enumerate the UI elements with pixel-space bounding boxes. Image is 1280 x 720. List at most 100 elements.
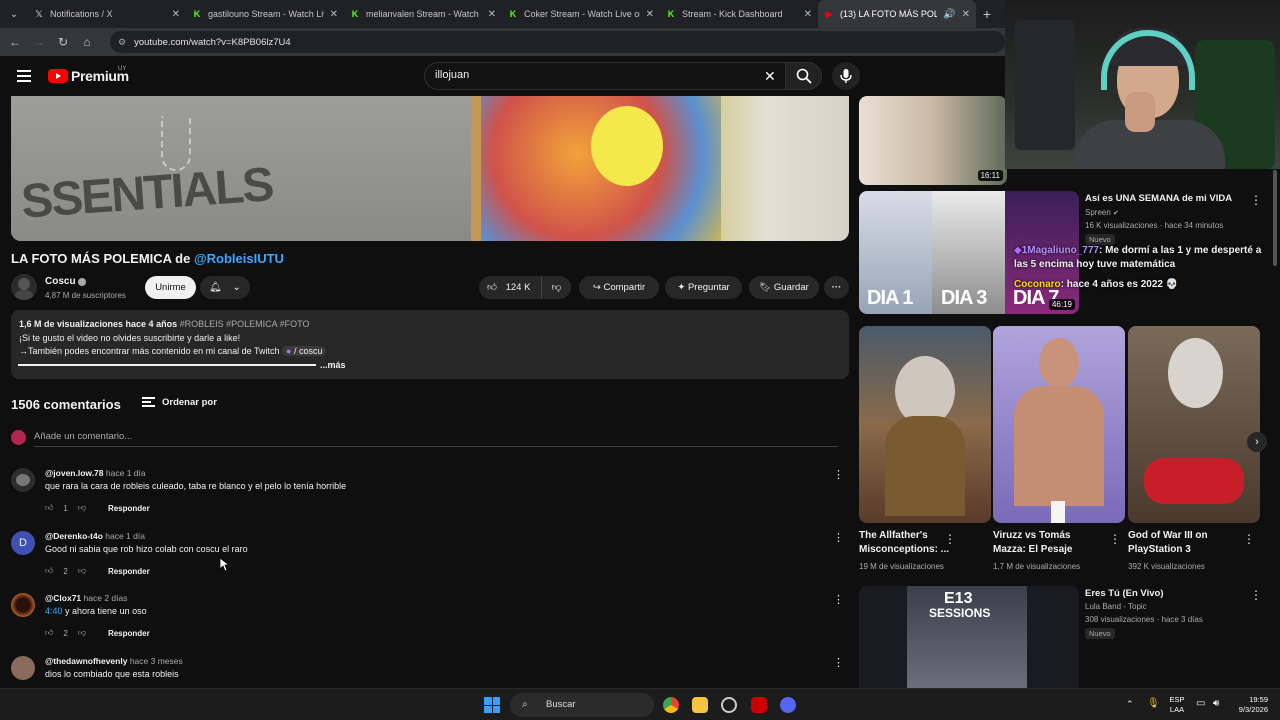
new-tab-button[interactable]: + [976,6,998,22]
site-info-icon[interactable]: ⚙ [118,37,126,48]
video-timestamp-link[interactable]: 4:40 [45,606,63,616]
thumbs-down-icon[interactable]: 👎︎ [78,503,86,513]
close-tab-icon[interactable]: ✕ [804,9,812,20]
dislike-button[interactable]: 👎︎ [541,276,571,299]
thumbs-up-icon[interactable]: 👍︎ [45,566,53,576]
comment-author[interactable]: @Clox71 hace 2 días [45,593,128,603]
forward-arrow-icon[interactable]: → [30,35,48,49]
more-vertical-icon[interactable]: ⋮ [1250,193,1262,207]
comment-author[interactable]: @Derenko-t4o hace 1 día [45,531,145,541]
add-comment-input[interactable]: Añade un comentario... [34,431,132,442]
obs-icon[interactable] [721,697,737,713]
thumbs-down-icon[interactable]: 👎︎ [78,566,86,576]
search-input[interactable]: illojuan [424,62,785,90]
twitch-link[interactable]: / coscu [294,346,323,356]
more-vertical-icon[interactable]: ⋮ [1243,532,1255,546]
windows-start-icon[interactable] [484,697,500,713]
tab-gastilouno[interactable]: K gastilouno Stream - Watch Live ✕ [186,0,344,28]
short-thumbnail-2[interactable] [993,326,1125,523]
menu-icon[interactable] [17,70,31,82]
reply-button[interactable]: Responder [108,567,150,576]
commenter-avatar[interactable] [11,468,35,492]
video-player[interactable]: SSENTIALS [11,96,849,241]
close-tab-icon[interactable]: ✕ [330,9,338,20]
reload-icon[interactable]: ↻ [54,35,72,49]
close-tab-icon[interactable]: ✕ [488,9,496,20]
discord-icon[interactable] [780,697,796,713]
close-tab-icon[interactable]: ✕ [962,9,970,20]
tab-youtube-video[interactable]: ▶ (13) LA FOTO MÁS POLEMI 🔊 ✕ [818,0,976,28]
tab-search-icon[interactable]: ⌄ [0,0,28,28]
thumbs-up-icon[interactable]: 👍︎ [45,628,53,638]
channel-name[interactable]: Coscu [45,276,76,287]
tab-coker[interactable]: K Coker Stream - Watch Live on K ✕ [502,0,660,28]
notification-bell-button[interactable]: 🔔︎ ⌄ [200,276,250,299]
search-button[interactable] [785,62,822,90]
recommended-channel-2[interactable]: Lula Band - Topic [1085,601,1147,613]
like-button[interactable]: 👍︎ 124 K [479,276,541,299]
next-shorts-button[interactable]: › [1247,432,1267,452]
more-vertical-icon[interactable]: ⋮ [833,468,844,481]
chrome-icon[interactable] [663,697,679,713]
taskbar-search[interactable]: ⌕ Buscar [510,693,654,717]
commenter-avatar[interactable]: D [11,531,35,555]
share-button[interactable]: ↪ Compartir [579,276,659,299]
comment-author[interactable]: @thedawnofhevenly hace 3 meses [45,656,183,666]
author-handle[interactable]: @Clox71 [45,593,81,603]
short-title-1[interactable]: The Allfather's Misconceptions: ... [859,529,951,557]
sort-by-button[interactable]: Ordenar por [162,397,217,408]
home-icon[interactable]: ⌂ [78,35,96,49]
thumbs-down-icon[interactable]: 👎︎ [78,628,86,638]
more-vertical-icon[interactable]: ⋮ [833,593,844,606]
comment-time[interactable]: hace 3 meses [130,656,183,666]
language-indicator[interactable]: ESP LAA [1165,695,1189,715]
chevron-up-icon[interactable]: ⌃ [1126,699,1134,710]
youtube-logo-icon[interactable] [48,69,68,83]
comment-time[interactable]: hace 1 día [105,531,145,541]
tab-kick-dashboard[interactable]: K Stream - Kick Dashboard ✕ [660,0,818,28]
comment-author[interactable]: @joven.low.78 hace 1 día [45,468,146,478]
more-actions-button[interactable]: ··· [824,276,849,299]
tab-melianvalen[interactable]: K melianvalen Stream - Watch Live ✕ [344,0,502,28]
clock[interactable]: 19:59 9/3/2026 [1228,695,1268,715]
app-icon[interactable] [751,697,767,713]
url-field[interactable]: ⚙ youtube.com/watch?v=K8PB06lz7U4 [110,31,1005,53]
commenter-avatar[interactable] [11,593,35,617]
channel-avatar[interactable] [11,274,37,300]
show-more-button[interactable]: ...más [320,360,346,370]
clear-search-icon[interactable]: ✕ [764,68,776,85]
more-vertical-icon[interactable]: ⋮ [944,532,956,546]
reply-button[interactable]: Responder [108,504,150,513]
short-thumbnail-3[interactable] [1128,326,1260,523]
title-mention-link[interactable]: @RobleisIUTU [194,251,284,266]
short-title-3[interactable]: God of War III on PlayStation 3 [1128,529,1228,557]
recommended-channel-1[interactable]: Spreen ✔ [1085,207,1119,220]
comment-time[interactable]: hace 2 días [84,593,128,603]
join-button[interactable]: Unirme [145,276,196,299]
more-vertical-icon[interactable]: ⋮ [1250,588,1262,602]
reply-button[interactable]: Responder [108,629,150,638]
network-icon[interactable]: ▭ [1196,698,1205,709]
author-handle[interactable]: @thedawnofhevenly [45,656,127,666]
recommended-thumbnail-2[interactable]: E13 SESSIONS [859,586,1079,688]
recommended-thumbnail-top[interactable]: 16:11 [859,96,1007,185]
recommended-title-2[interactable]: Eres Tú (En Vivo) [1085,587,1163,600]
file-explorer-icon[interactable] [692,697,708,713]
ask-button[interactable]: ✦ Preguntar [665,276,742,299]
microphone-icon[interactable]: 🎙︎ [1147,698,1160,709]
speaker-icon[interactable]: 🔊 [943,9,955,20]
recommended-title-1[interactable]: Así es UNA SEMANA de mi VIDA [1085,192,1245,205]
close-tab-icon[interactable]: ✕ [172,9,180,20]
sidebar-scrollbar[interactable] [1273,170,1277,266]
more-vertical-icon[interactable]: ⋮ [1109,532,1121,546]
comment-time[interactable]: hace 1 día [106,468,146,478]
tab-x-notifications[interactable]: 𝕏 Notifications / X ✕ [28,0,186,28]
description-box[interactable]: 1,6 M de visualizaciones hace 4 años #RO… [11,310,849,379]
sort-icon[interactable] [142,397,155,407]
save-button[interactable]: 🔖︎ Guardar [749,276,819,299]
thumbs-up-icon[interactable]: 👍︎ [45,503,53,513]
more-vertical-icon[interactable]: ⋮ [833,531,844,544]
author-handle[interactable]: @joven.low.78 [45,468,104,478]
short-thumbnail-1[interactable] [859,326,991,523]
author-handle[interactable]: @Derenko-t4o [45,531,103,541]
